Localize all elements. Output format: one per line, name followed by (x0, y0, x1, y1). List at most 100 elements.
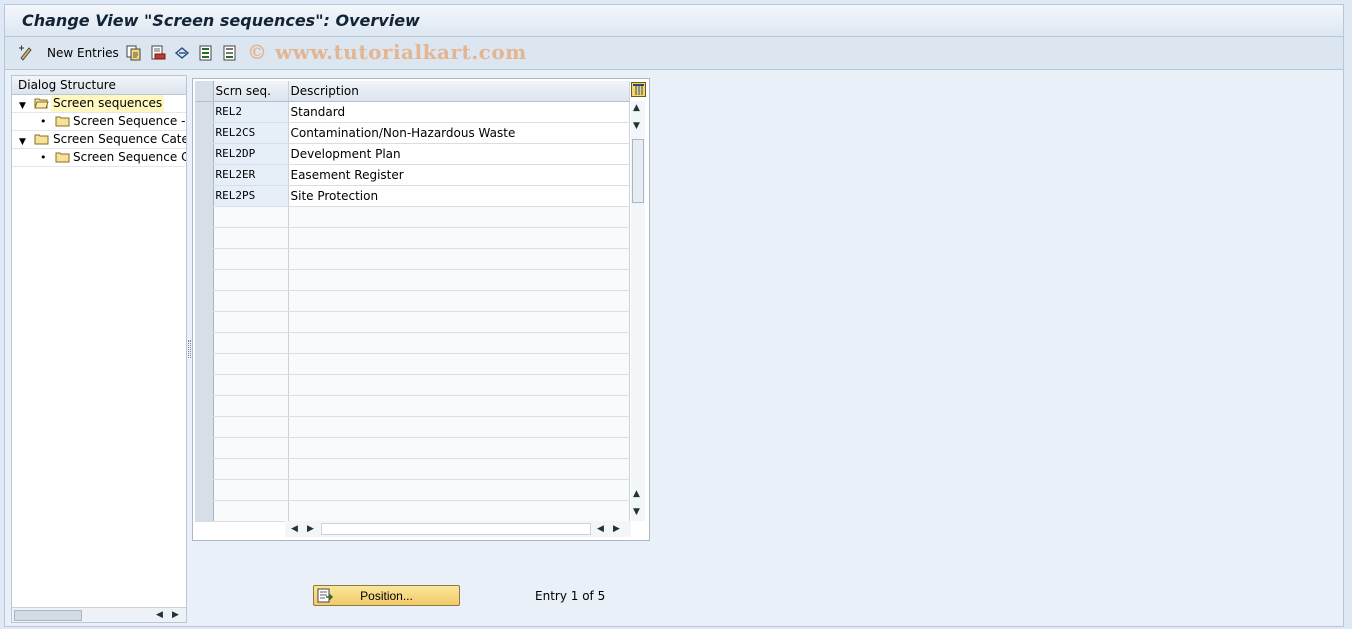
column-header-description[interactable]: Description (288, 81, 630, 102)
cell-scrn-seq[interactable] (213, 437, 289, 459)
delete-icon[interactable] (150, 45, 166, 61)
row-selector[interactable] (195, 353, 214, 375)
table-row[interactable]: REL2CS Contamination/Non-Hazardous Waste (195, 122, 630, 144)
scroll-right-icon[interactable]: ▶ (172, 610, 179, 620)
table-horizontal-scrollbar[interactable]: ◀ ▶ ◀ ▶ (285, 521, 631, 537)
cell-scrn-seq[interactable] (213, 479, 289, 501)
row-selector[interactable] (195, 248, 214, 270)
row-selector[interactable] (195, 311, 214, 333)
page-up-icon[interactable]: ▼ (633, 121, 640, 131)
row-selector[interactable] (195, 185, 214, 207)
cell-scrn-seq[interactable] (213, 395, 289, 417)
cell-description[interactable] (288, 311, 630, 333)
deselect-all-icon[interactable] (222, 45, 238, 61)
cell-scrn-seq[interactable] (213, 248, 289, 270)
table-settings-icon[interactable] (631, 82, 646, 97)
tree-item-screen-sequences[interactable]: ▼ Screen sequences (12, 95, 186, 113)
cell-description[interactable]: Easement Register (288, 164, 630, 186)
row-selector[interactable] (195, 458, 214, 480)
empty-table-row[interactable] (195, 395, 630, 417)
scroll-down-icon[interactable]: ▼ (633, 507, 640, 517)
cell-scrn-seq[interactable] (213, 458, 289, 480)
empty-table-row[interactable] (195, 290, 630, 312)
cell-scrn-seq[interactable] (213, 332, 289, 354)
tree-horizontal-scrollbar[interactable]: ◀ ▶ (12, 607, 186, 622)
row-selector[interactable] (195, 269, 214, 291)
scroll-left-icon[interactable]: ◀ (291, 524, 298, 534)
row-selector[interactable] (195, 332, 214, 354)
empty-table-row[interactable] (195, 227, 630, 249)
tree-item-screen-sequence-categ[interactable]: ▼ Screen Sequence Categ (12, 131, 186, 149)
cell-scrn-seq[interactable] (213, 374, 289, 396)
cell-description[interactable]: Standard (288, 101, 630, 123)
empty-table-row[interactable] (195, 458, 630, 480)
position-button[interactable]: Position... (313, 585, 460, 606)
cell-description[interactable] (288, 290, 630, 312)
row-selector[interactable] (195, 500, 214, 522)
cell-description[interactable] (288, 416, 630, 438)
table-row[interactable]: REL2 Standard (195, 101, 630, 123)
cell-scrn-seq[interactable]: REL2PS (213, 185, 289, 207)
cell-scrn-seq[interactable]: REL2 (213, 101, 289, 123)
row-selector[interactable] (195, 416, 214, 438)
empty-table-row[interactable] (195, 353, 630, 375)
table-row[interactable]: REL2ER Easement Register (195, 164, 630, 186)
cell-scrn-seq[interactable] (213, 500, 289, 522)
scrollbar-thumb[interactable] (632, 139, 644, 203)
cell-scrn-seq[interactable]: REL2ER (213, 164, 289, 186)
empty-table-row[interactable] (195, 248, 630, 270)
select-all-rows-button[interactable] (195, 81, 214, 102)
scroll-right-icon[interactable]: ▶ (613, 524, 620, 534)
expanded-arrow-icon[interactable]: ▼ (19, 98, 26, 112)
cell-description[interactable] (288, 395, 630, 417)
empty-table-row[interactable] (195, 374, 630, 396)
cell-description[interactable] (288, 332, 630, 354)
row-selector[interactable] (195, 395, 214, 417)
scrollbar-track[interactable] (321, 523, 591, 535)
scroll-right-icon[interactable]: ▶ (307, 524, 314, 534)
row-selector[interactable] (195, 479, 214, 501)
cell-description[interactable]: Development Plan (288, 143, 630, 165)
scroll-left-icon[interactable]: ◀ (156, 610, 163, 620)
empty-table-row[interactable] (195, 416, 630, 438)
cell-description[interactable] (288, 500, 630, 522)
cell-description[interactable] (288, 353, 630, 375)
row-selector[interactable] (195, 164, 214, 186)
empty-table-row[interactable] (195, 206, 630, 228)
cell-scrn-seq[interactable] (213, 290, 289, 312)
table-row[interactable]: REL2DP Development Plan (195, 143, 630, 165)
cell-description[interactable] (288, 479, 630, 501)
scroll-up-icon[interactable]: ▲ (633, 103, 640, 113)
cell-scrn-seq[interactable] (213, 206, 289, 228)
cell-description[interactable] (288, 227, 630, 249)
row-selector[interactable] (195, 227, 214, 249)
scroll-left-icon[interactable]: ◀ (597, 524, 604, 534)
new-entries-button[interactable]: New Entries (47, 46, 119, 60)
cell-scrn-seq[interactable] (213, 269, 289, 291)
scrollbar-thumb[interactable] (14, 610, 82, 621)
cell-description[interactable]: Site Protection (288, 185, 630, 207)
cell-description[interactable] (288, 458, 630, 480)
table-vertical-scrollbar[interactable]: ▲ ▼ ▲ ▼ (631, 101, 645, 521)
cell-scrn-seq[interactable] (213, 311, 289, 333)
column-header-scrn-seq[interactable]: Scrn seq. (213, 81, 289, 102)
cell-description[interactable]: Contamination/Non-Hazardous Waste (288, 122, 630, 144)
cell-description[interactable] (288, 374, 630, 396)
undo-icon[interactable] (174, 45, 190, 61)
empty-table-row[interactable] (195, 500, 630, 522)
cell-description[interactable] (288, 437, 630, 459)
cell-scrn-seq[interactable]: REL2CS (213, 122, 289, 144)
tree-item-screen-sequence-sub[interactable]: • Screen Sequence -> (12, 113, 186, 131)
cell-scrn-seq[interactable] (213, 416, 289, 438)
row-selector[interactable] (195, 122, 214, 144)
row-selector[interactable] (195, 290, 214, 312)
empty-table-row[interactable] (195, 311, 630, 333)
row-selector[interactable] (195, 143, 214, 165)
page-down-icon[interactable]: ▲ (633, 489, 640, 499)
copy-icon[interactable] (126, 45, 142, 61)
row-selector[interactable] (195, 374, 214, 396)
panel-splitter[interactable] (188, 340, 191, 358)
row-selector[interactable] (195, 206, 214, 228)
tree-item-screen-sequence-ca[interactable]: • Screen Sequence Ca (12, 149, 186, 167)
empty-table-row[interactable] (195, 332, 630, 354)
